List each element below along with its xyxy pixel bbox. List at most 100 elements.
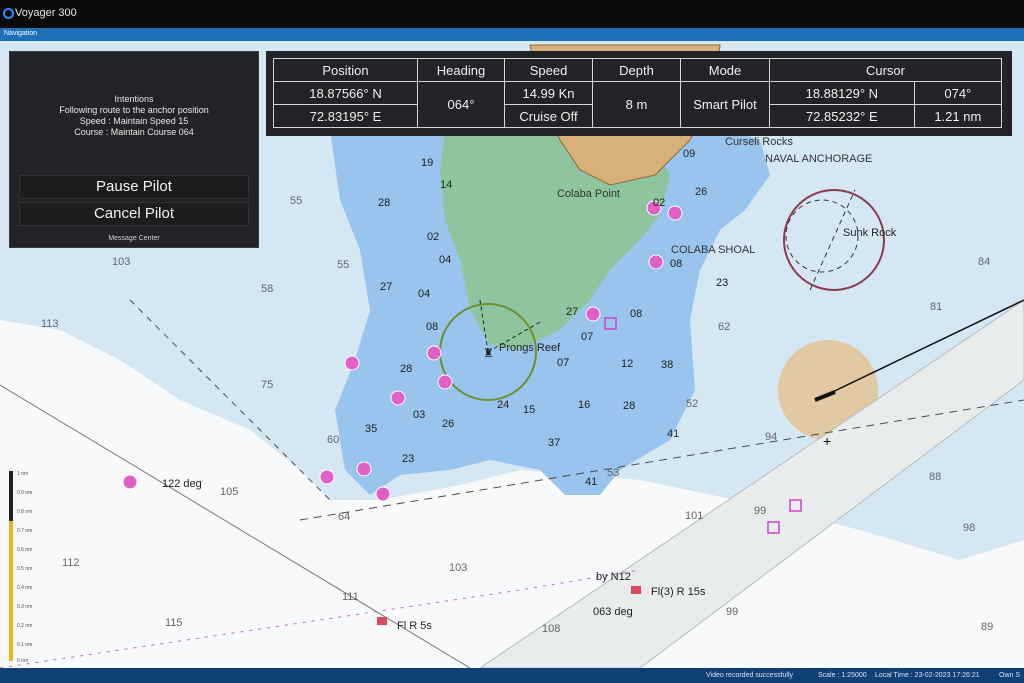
label-fl3: Fl(3) R 15s [651, 586, 706, 598]
scale-tick: 0.6 nm [17, 547, 33, 553]
intentions-line: Speed : Maintain Speed 15 [79, 116, 189, 126]
pause-pilot-button[interactable]: Pause Pilot [19, 175, 249, 199]
header-mode: Mode [680, 58, 770, 82]
sounding: 26 [442, 418, 454, 430]
sounding: 02 [427, 231, 439, 243]
scale-tick: 0.3 nm [17, 604, 33, 610]
cursor-range: 1.21 nm [913, 104, 1003, 128]
scale-bar [9, 471, 13, 661]
header-heading: Heading [417, 58, 505, 82]
danger-icon [648, 254, 664, 270]
danger-icon [667, 205, 683, 221]
navigation-info-panel: Position Heading Speed Depth Mode Cursor… [266, 51, 1012, 136]
cursor-longitude: 72.85232° E [769, 104, 915, 128]
intentions-title: Intentions [114, 94, 154, 104]
speed-value: 14.99 Kn [504, 81, 593, 105]
label-fl-r-5s: Fl R 5s [397, 620, 432, 632]
label-122-deg: 122 deg [162, 478, 202, 490]
sounding: 02 [653, 197, 665, 209]
buoy-icon[interactable] [377, 617, 387, 625]
danger-icon [426, 345, 442, 361]
label-by-n12: by N12 [596, 571, 631, 583]
label-naval-anchorage: NAVAL ANCHORAGE [765, 153, 872, 165]
sounding: 07 [557, 357, 569, 369]
sounding: 53 [607, 467, 619, 479]
sounding: 75 [261, 379, 273, 391]
sounding: 27 [380, 281, 392, 293]
scale-tick: 0 nm [17, 658, 29, 664]
sounding: 99 [754, 505, 766, 517]
danger-icon [319, 469, 335, 485]
status-local-time: Local Time : 23-02-2023 17:26:21 [875, 672, 980, 679]
sounding: 84 [978, 256, 990, 268]
label-colaba-point: Colaba Point [557, 188, 620, 200]
sounding: 08 [426, 321, 438, 333]
depth-value: 8 m [592, 81, 681, 128]
message-center-panel: Intentions Following route to the anchor… [9, 51, 259, 248]
cancel-pilot-button[interactable]: Cancel Pilot [19, 202, 249, 226]
intentions-line: Course : Maintain Course 064 [74, 127, 194, 137]
sounding: 81 [930, 301, 942, 313]
scale-tick: 0.7 nm [17, 528, 33, 534]
heading-value: 064° [417, 81, 505, 128]
sounding: 35 [365, 423, 377, 435]
sounding: 58 [261, 283, 273, 295]
sounding: 94 [765, 431, 777, 443]
sounding: 28 [400, 363, 412, 375]
sounding: 37 [548, 437, 560, 449]
mode-value: Smart Pilot [680, 81, 770, 128]
sounding: 64 [338, 511, 350, 523]
danger-icon [344, 355, 360, 371]
label-sunk-rock: Sunk Rock [843, 227, 897, 239]
sounding: 41 [585, 476, 597, 488]
sounding: 23 [402, 453, 414, 465]
sounding: 15 [523, 404, 535, 416]
danger-icon [585, 306, 601, 322]
sounding: 55 [290, 195, 302, 207]
nav-label: Navigation [4, 30, 38, 37]
header-depth: Depth [592, 58, 681, 82]
buoy-icon[interactable] [631, 586, 641, 594]
scale-tick: 0.2 nm [17, 623, 33, 629]
sounding: 88 [929, 471, 941, 483]
header-position: Position [273, 58, 418, 82]
nav-info-table: Position Heading Speed Depth Mode Cursor… [273, 58, 1003, 128]
sounding: 108 [542, 623, 560, 635]
sounding: 07 [581, 331, 593, 343]
sounding: 04 [418, 288, 430, 300]
scale-tick: 0.5 nm [17, 566, 33, 572]
sounding: 62 [718, 321, 730, 333]
sounding: 113 [41, 318, 59, 330]
danger-icon [375, 486, 391, 502]
sounding: 08 [670, 258, 682, 270]
intentions-line: Following route to the anchor position [59, 105, 209, 115]
sounding: 19 [421, 157, 433, 169]
header-speed: Speed [504, 58, 593, 82]
label-curseli-rocks: Curseli Rocks [725, 136, 793, 148]
sounding: 27 [566, 306, 578, 318]
sounding: 103 [449, 562, 467, 574]
intentions-text: Intentions Following route to the anchor… [10, 94, 258, 138]
scale-tick: 0.8 nm [17, 509, 33, 515]
app-logo-icon [3, 8, 14, 19]
position-latitude: 18.87566° N [273, 81, 418, 105]
sounding: 24 [497, 399, 509, 411]
sounding: 16 [578, 399, 590, 411]
scale-tick: 1 nm [17, 471, 29, 477]
sounding: 12 [621, 358, 633, 370]
sounding: 38 [661, 359, 673, 371]
sounding: 99 [726, 606, 738, 618]
nav-strip[interactable]: Navigation [0, 28, 1024, 41]
cursor-latitude: 18.88129° N [769, 81, 915, 105]
sounding: 52 [686, 398, 698, 410]
sounding: 105 [220, 486, 238, 498]
label-prongs-reef: Prongs Reef [499, 342, 561, 354]
sounding: 41 [667, 428, 679, 440]
position-longitude: 72.83195° E [273, 104, 418, 128]
sounding: 60 [327, 434, 339, 446]
sounding: 09 [683, 148, 695, 160]
sounding: 98 [963, 522, 975, 534]
header-cursor: Cursor [769, 58, 1002, 82]
sounding: 14 [440, 179, 452, 191]
cruise-status: Cruise Off [504, 104, 593, 128]
